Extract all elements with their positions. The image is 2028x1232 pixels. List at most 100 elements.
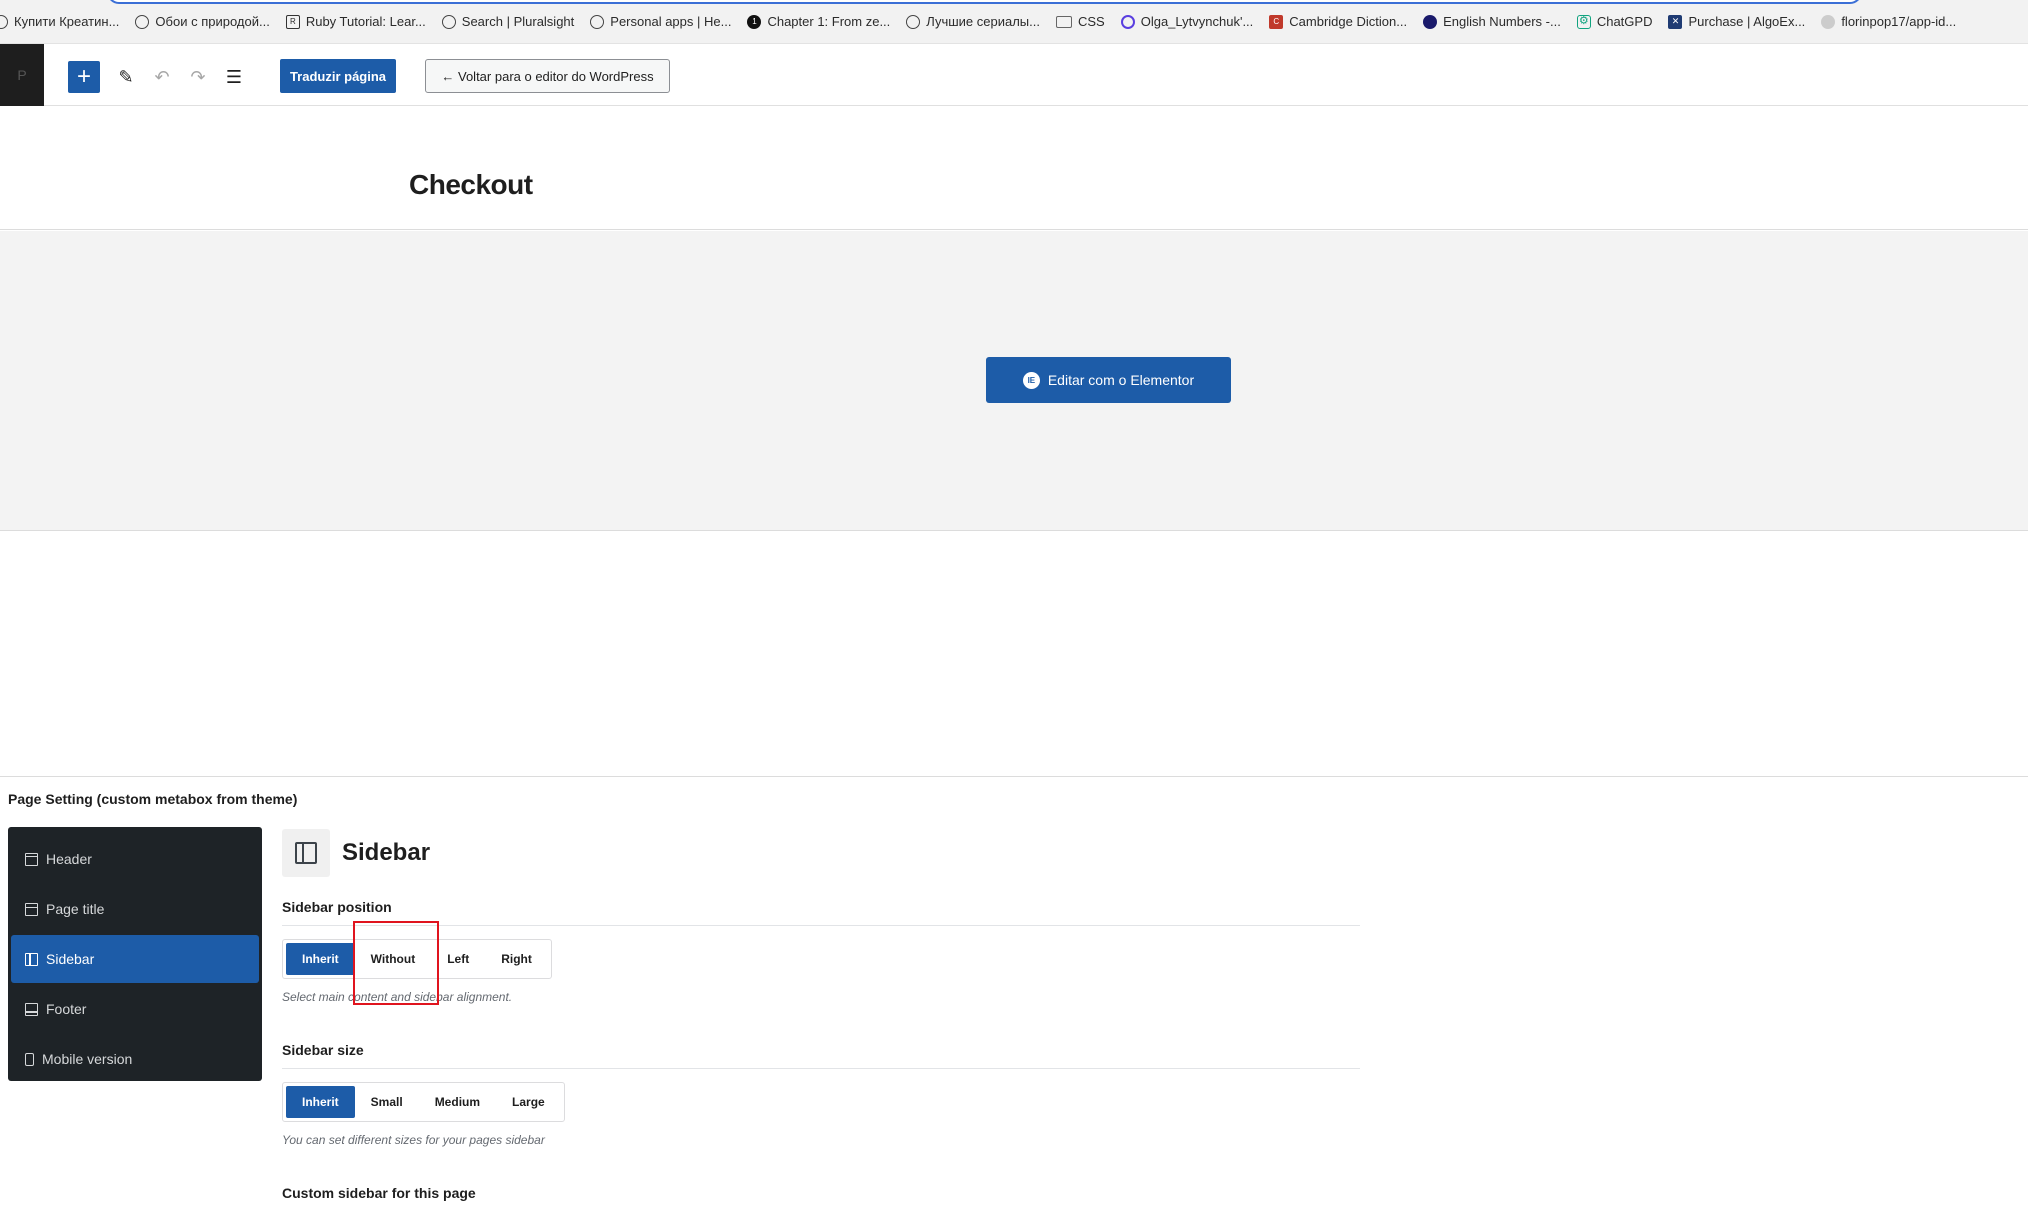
bookmark-label: Search | Pluralsight <box>461 14 575 29</box>
dot-icon <box>1423 14 1438 29</box>
bookmark-item[interactable]: 1 Chapter 1: From ze... <box>747 14 890 29</box>
metabox-nav-page-title[interactable]: Page title <box>11 885 259 933</box>
panel-heading: Sidebar <box>342 839 431 866</box>
bookmark-label: florinpop17/app-id... <box>1841 14 1957 29</box>
back-to-wordpress-editor-button[interactable]: ← Voltar para o editor do WordPress <box>425 59 670 93</box>
wordpress-logo-button[interactable]: P <box>0 44 44 106</box>
globe-icon <box>0 14 8 29</box>
redo-icon: ↷ <box>190 66 206 87</box>
nav-label: Sidebar <box>46 951 95 967</box>
metabox-nav-sidebar[interactable]: Sidebar <box>11 935 259 983</box>
panel-header: Sidebar <box>282 829 1360 877</box>
sidebar-size-large[interactable]: Large <box>496 1086 561 1118</box>
nav-label: Page title <box>46 901 105 917</box>
bookmark-item[interactable]: Olga_Lytvynchuk'... <box>1120 14 1254 29</box>
bookmark-item[interactable]: florinpop17/app-id... <box>1821 14 1956 29</box>
bookmark-folder[interactable]: CSS <box>1055 14 1105 29</box>
elementor-button-label: Editar com o Elementor <box>1047 372 1195 388</box>
sidebar-size-segmented-control: Inherit Small Medium Large <box>282 1082 565 1122</box>
bookmark-label: Cambridge Diction... <box>1289 14 1408 29</box>
title-area: Checkout <box>0 107 2028 230</box>
globe-icon <box>590 14 605 29</box>
page-title-icon <box>25 902 38 916</box>
github-icon <box>1821 14 1836 29</box>
cambridge-icon: C <box>1269 14 1284 29</box>
sidebar-settings-panel: Sidebar Sidebar position Inherit Without… <box>282 829 1360 1211</box>
bookmark-label: CSS <box>1077 14 1105 29</box>
bookmark-label: Purchase | AlgoEx... <box>1688 14 1806 29</box>
custom-sidebar-field: Custom sidebar for this page <box>282 1185 1360 1211</box>
sidebar-position-right[interactable]: Right <box>485 943 548 975</box>
bookmark-item[interactable]: Обои с природой... <box>135 14 270 29</box>
sidebar-size-label: Sidebar size <box>282 1042 1360 1069</box>
bookmark-label: ChatGPD <box>1596 14 1653 29</box>
editor-toolbar: P + ✎ ↶ ↷ ☰ Traduzir página ← Voltar par… <box>0 44 2028 106</box>
bookmark-item[interactable]: English Numbers -... <box>1423 14 1561 29</box>
bookmark-label: English Numbers -... <box>1443 14 1561 29</box>
sidebar-size-inherit[interactable]: Inherit <box>286 1086 355 1118</box>
metabox-nav-header[interactable]: Header <box>11 835 259 883</box>
chapter-icon: 1 <box>747 14 762 29</box>
folder-icon <box>1055 15 1072 28</box>
bookmark-item[interactable]: C Cambridge Diction... <box>1269 14 1407 29</box>
metabox-nav-footer[interactable]: Footer <box>11 985 259 1033</box>
bookmark-label: Обои с природой... <box>155 14 270 29</box>
address-bar-edge[interactable] <box>107 0 1862 4</box>
pencil-icon: ✎ <box>118 66 134 87</box>
plus-icon: + <box>76 63 91 90</box>
document-outline-button[interactable]: ☰ <box>218 61 250 93</box>
globe-icon <box>135 14 150 29</box>
bookmark-label: Olga_Lytvynchuk'... <box>1140 14 1254 29</box>
sidebar-position-inherit[interactable]: Inherit <box>286 943 355 975</box>
footer-icon <box>25 1002 38 1016</box>
elementor-icon: IE <box>1022 371 1040 389</box>
bookmark-label: Ruby Tutorial: Lear... <box>305 14 426 29</box>
sidebar-size-field: Sidebar size Inherit Small Medium Large … <box>282 1042 1360 1147</box>
chatgpt-icon: ⚙ <box>1576 14 1591 29</box>
sidebar-position-field: Sidebar position Inherit Without Left Ri… <box>282 899 1360 1004</box>
add-block-button[interactable]: + <box>68 61 100 93</box>
bookmark-item[interactable]: Personal apps | He... <box>590 14 731 29</box>
elementor-placeholder: IE Editar com o Elementor <box>0 231 2028 531</box>
bookmarks-bar: Купити Креатин... Обои с природой... R Ru… <box>0 0 2028 44</box>
bookmark-label: Лучшие сериалы... <box>926 14 1040 29</box>
sidebar-position-without[interactable]: Without <box>355 943 432 975</box>
sidebar-size-medium[interactable]: Medium <box>419 1086 496 1118</box>
sidebar-size-small[interactable]: Small <box>355 1086 419 1118</box>
sidebar-icon <box>25 952 38 966</box>
nav-label: Mobile version <box>42 1051 133 1067</box>
metabox-title: Page Setting (custom metabox from theme) <box>8 791 298 807</box>
sidebar-size-help: You can set different sizes for your pag… <box>282 1133 545 1147</box>
mobile-icon <box>25 1052 34 1066</box>
bookmark-item[interactable]: ✕ Purchase | AlgoEx... <box>1668 14 1805 29</box>
undo-button[interactable]: ↶ <box>146 61 178 93</box>
list-view-icon: ☰ <box>225 66 243 87</box>
bookmark-item[interactable]: Купити Креатин... <box>0 14 119 29</box>
bookmark-label: Купити Креатин... <box>14 14 120 29</box>
sidebar-position-left[interactable]: Left <box>431 943 485 975</box>
bookmark-label: Personal apps | He... <box>610 14 732 29</box>
custom-sidebar-label: Custom sidebar for this page <box>282 1185 476 1201</box>
globe-icon <box>441 14 456 29</box>
sidebar-position-label: Sidebar position <box>282 899 1360 926</box>
header-icon <box>25 852 38 866</box>
algoexpert-icon: ✕ <box>1668 14 1683 29</box>
edit-with-elementor-button[interactable]: IE Editar com o Elementor <box>986 357 1231 403</box>
bookmark-item[interactable]: Лучшие сериалы... <box>906 14 1040 29</box>
bookmark-item[interactable]: Search | Pluralsight <box>441 14 575 29</box>
page-title[interactable]: Checkout <box>409 169 533 201</box>
translate-page-button[interactable]: Traduzir página <box>280 59 396 93</box>
metabox-divider <box>0 776 2028 777</box>
metabox-nav-mobile-version[interactable]: Mobile version <box>11 1035 259 1083</box>
bookmark-item[interactable]: R Ruby Tutorial: Lear... <box>285 14 426 29</box>
wordpress-logo-icon: P <box>17 67 27 83</box>
sidebar-position-segmented-control: Inherit Without Left Right <box>282 939 552 979</box>
bookmark-label: Chapter 1: From ze... <box>767 14 891 29</box>
nav-label: Footer <box>46 1001 87 1017</box>
sidebar-icon <box>282 829 330 877</box>
bookmark-item[interactable]: ⚙ ChatGPD <box>1576 14 1653 29</box>
edit-tool-button[interactable]: ✎ <box>110 61 142 93</box>
globe-icon <box>906 14 921 29</box>
redo-button[interactable]: ↷ <box>182 61 214 93</box>
metabox-nav: Header Page title Sidebar Footer Mobile … <box>8 827 262 1081</box>
